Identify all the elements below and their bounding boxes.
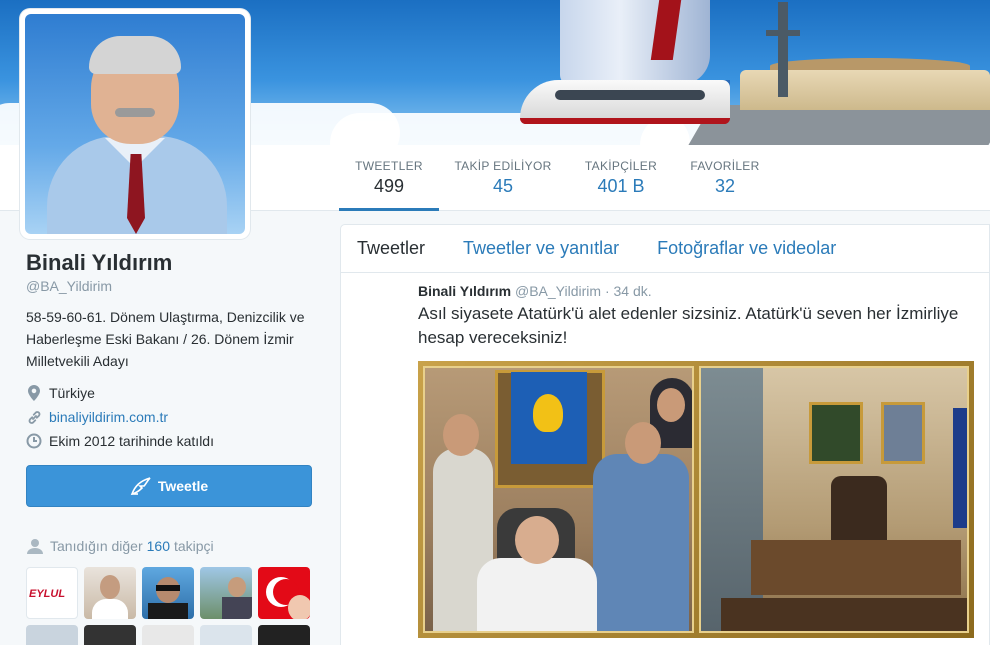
profile-avatar[interactable] bbox=[20, 9, 250, 239]
photo-right-panel bbox=[698, 366, 969, 633]
link-icon bbox=[26, 409, 42, 425]
profile-location: Türkiye bbox=[26, 384, 316, 402]
banner-suit bbox=[560, 0, 710, 85]
tweet-author-handle[interactable]: @BA_Yildirim bbox=[515, 283, 601, 299]
office-chair bbox=[830, 476, 887, 546]
party-bulb bbox=[533, 394, 563, 432]
tweet-author-name[interactable]: Binali Yıldırım bbox=[418, 283, 511, 299]
tweet-text: Asıl siyasete Atatürk'ü alet edenler siz… bbox=[418, 304, 959, 347]
tweet-button-label: Tweetle bbox=[157, 478, 209, 494]
tab-photos-and-videos[interactable]: Fotoğraflar ve videolar bbox=[657, 238, 836, 259]
followers-count[interactable]: 160 bbox=[147, 538, 170, 554]
follower-avatar[interactable] bbox=[200, 625, 252, 645]
stat-label: FAVORİLER bbox=[690, 159, 760, 173]
stat-value: 45 bbox=[492, 176, 514, 196]
office-desk bbox=[750, 540, 961, 595]
wall-emblem bbox=[808, 402, 863, 464]
follower-avatar[interactable] bbox=[84, 625, 136, 645]
follower-avatar[interactable] bbox=[200, 567, 252, 619]
profile-name[interactable]: Binali Yıldırım bbox=[26, 250, 316, 276]
banner-tower-bar bbox=[766, 30, 800, 36]
stat-followers[interactable]: TAKİPÇİLER 401 B bbox=[576, 145, 666, 211]
followers-you-know[interactable]: Tanıdığın diğer 160 takipçi bbox=[26, 538, 214, 554]
stat-tweets[interactable]: TWEETLER 499 bbox=[339, 145, 439, 211]
person-center-head bbox=[515, 516, 559, 564]
wall-portrait bbox=[880, 402, 925, 464]
profile-website: binaliyildirim.com.tr bbox=[26, 408, 316, 426]
stat-value: 401 B bbox=[597, 176, 645, 196]
photo-left-panel bbox=[423, 366, 694, 633]
banner-tower bbox=[778, 2, 788, 97]
follower-avatar[interactable] bbox=[258, 625, 310, 645]
user-icon bbox=[26, 538, 44, 554]
banner-train-windows bbox=[555, 90, 705, 100]
stat-value: 32 bbox=[714, 176, 736, 196]
person-right bbox=[593, 454, 689, 631]
follower-avatar[interactable] bbox=[142, 625, 194, 645]
avatar-hair bbox=[89, 36, 181, 74]
joined-text: Ekim 2012 tarihinde katıldı bbox=[49, 433, 214, 449]
portrait-head bbox=[657, 388, 685, 422]
followers-suffix: takipçi bbox=[173, 538, 214, 554]
tweet-header: Binali Yıldırım @BA_Yildirim · 34 dk. bbox=[418, 283, 978, 299]
follower-avatar[interactable] bbox=[84, 567, 136, 619]
person-center bbox=[477, 558, 597, 631]
tweet-timestamp[interactable]: 34 dk. bbox=[614, 283, 652, 299]
timeline: Tweetler Tweetler ve yanıtlar Fotoğrafla… bbox=[340, 224, 990, 645]
quill-icon bbox=[130, 476, 152, 496]
tweet[interactable]: Binali Yıldırım @BA_Yildirim · 34 dk. As… bbox=[418, 283, 978, 350]
tweet-photo[interactable] bbox=[418, 361, 974, 638]
stat-label: TAKİP EDİLİYOR bbox=[454, 159, 552, 173]
timeline-tabs: Tweetler Tweetler ve yanıtlar Fotoğrafla… bbox=[341, 225, 989, 273]
stat-favorites[interactable]: FAVORİLER 32 bbox=[684, 145, 766, 211]
follower-badge-text: EYLUL bbox=[29, 588, 66, 600]
stat-value: 499 bbox=[373, 176, 405, 196]
profile-bio: 58-59-60-61. Dönem Ulaştırma, Denizcilik… bbox=[26, 309, 305, 369]
banner-train bbox=[520, 80, 730, 124]
stat-label: TWEETLER bbox=[355, 159, 423, 173]
flag-pole bbox=[952, 408, 967, 528]
tab-tweets-and-replies[interactable]: Tweetler ve yanıtlar bbox=[463, 238, 619, 259]
front-desk bbox=[720, 598, 968, 631]
stat-label: TAKİPÇİLER bbox=[584, 159, 658, 173]
avatar-moustache bbox=[115, 108, 155, 117]
profile-card: Binali Yıldırım @BA_Yildirim 58-59-60-61… bbox=[26, 250, 316, 450]
location-text: Türkiye bbox=[49, 385, 95, 401]
person-left-head bbox=[443, 414, 479, 456]
follower-avatar[interactable] bbox=[26, 625, 78, 645]
followers-prefix: Tanıdığın diğer bbox=[50, 538, 143, 554]
follower-avatar[interactable]: EYLUL bbox=[26, 567, 78, 619]
calendar-clock-icon bbox=[26, 433, 42, 449]
profile-handle[interactable]: @BA_Yildirim bbox=[26, 278, 316, 294]
tweet-separator: · bbox=[604, 283, 610, 299]
tweet-to-button[interactable]: Tweetle bbox=[26, 465, 312, 507]
location-pin-icon bbox=[26, 385, 42, 401]
banner-road bbox=[688, 105, 990, 145]
stat-following[interactable]: TAKİP EDİLİYOR 45 bbox=[449, 145, 557, 211]
tab-tweets[interactable]: Tweetler bbox=[357, 238, 425, 259]
profile-joined: Ekim 2012 tarihinde katıldı bbox=[26, 432, 316, 450]
follower-avatar[interactable] bbox=[142, 567, 194, 619]
avatar-image bbox=[25, 14, 245, 234]
person-right-head bbox=[625, 422, 661, 464]
website-link[interactable]: binaliyildirim.com.tr bbox=[49, 409, 168, 425]
follower-avatar[interactable] bbox=[258, 567, 310, 619]
